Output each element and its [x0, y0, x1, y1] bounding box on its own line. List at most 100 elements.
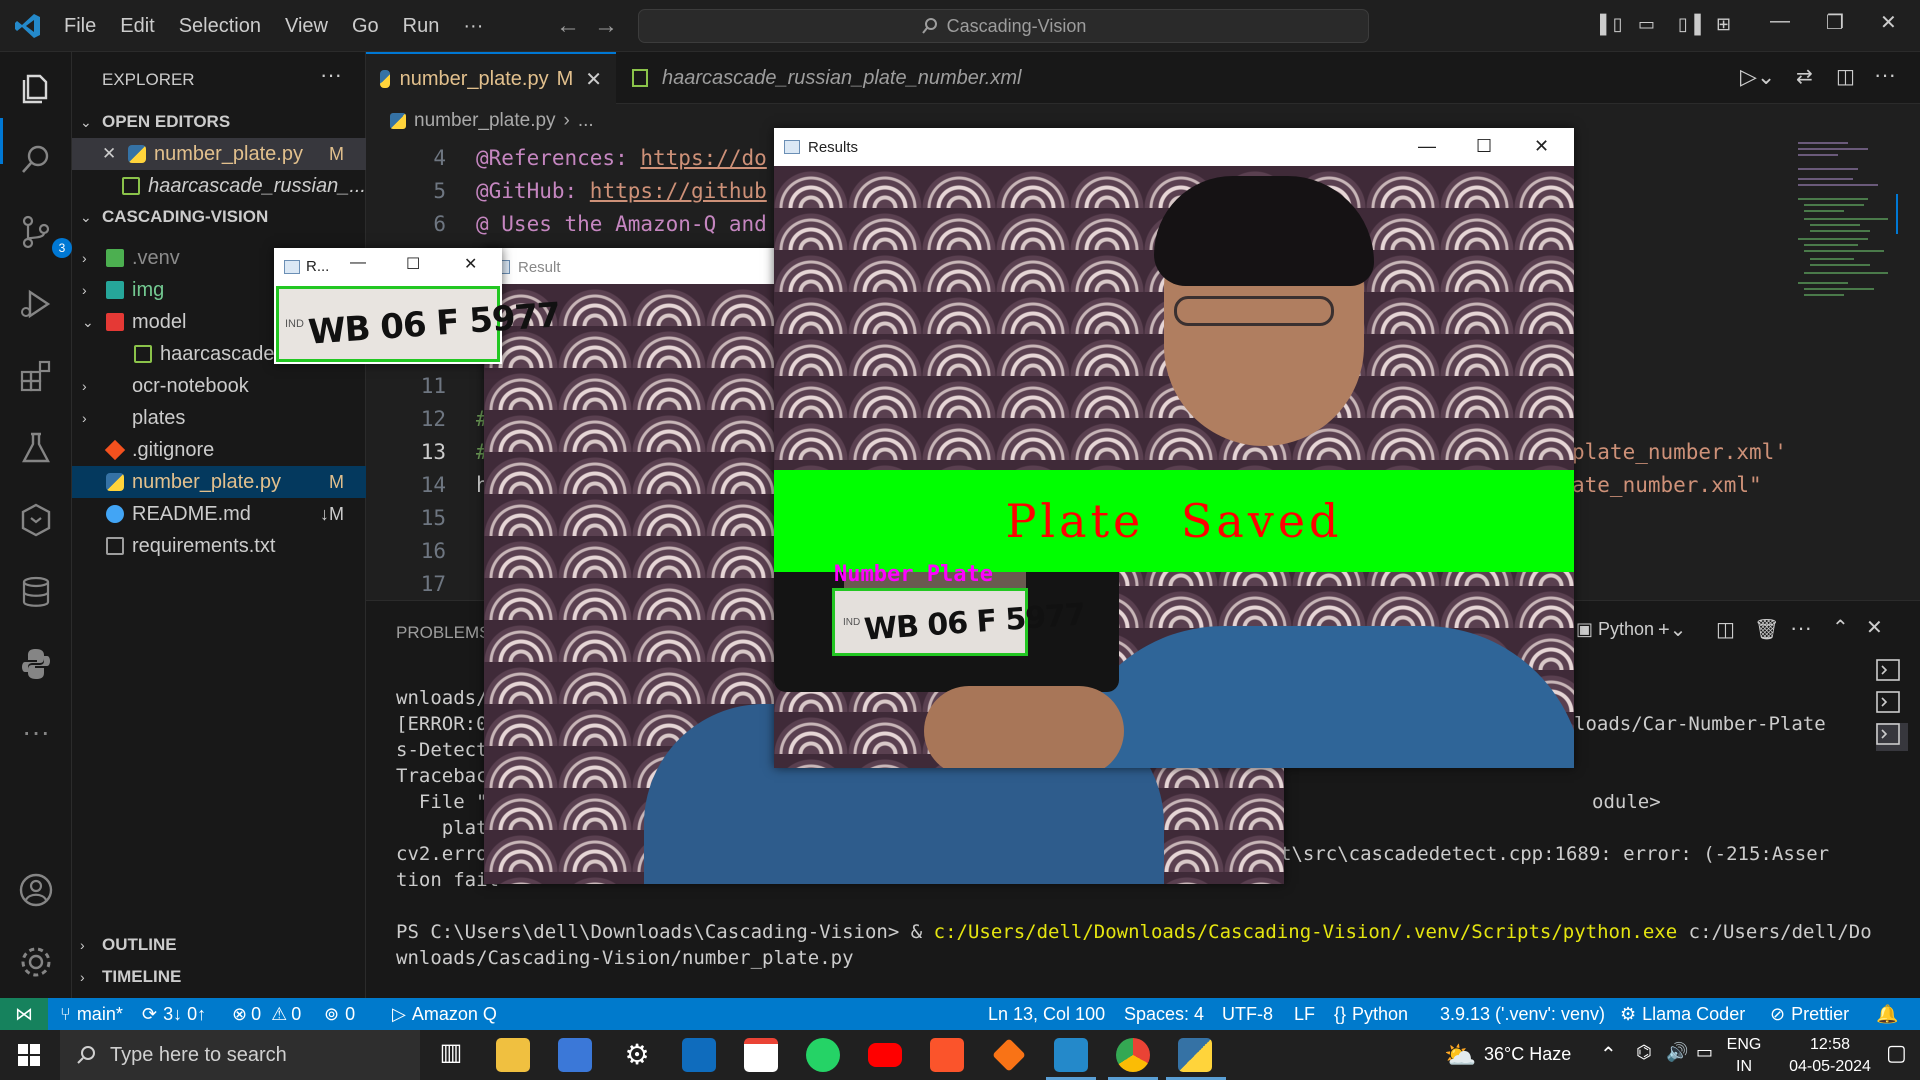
amazon-q-status[interactable]: ▷ Amazon Q — [392, 998, 497, 1030]
menu-view[interactable]: View — [273, 15, 340, 38]
terminal-instance-icon[interactable] — [1876, 659, 1908, 687]
python-icon[interactable] — [16, 644, 56, 684]
cv-window-plate[interactable]: R... — ☐ ✕ IND WB 06 F 5977 — [274, 248, 561, 364]
toggle-primary-sidebar-icon[interactable]: ▌▯ — [1600, 14, 1623, 35]
close-icon[interactable]: ✕ — [464, 254, 477, 274]
toggle-panel-icon[interactable]: ▭ — [1638, 14, 1655, 35]
terminal-kind[interactable]: ▣ Python — [1576, 619, 1654, 640]
toggle-secondary-sidebar-icon[interactable]: ▯▐ — [1678, 14, 1701, 35]
trash-icon[interactable]: 🗑 — [1754, 617, 1779, 642]
tree-file-gitignore[interactable]: .gitignore — [72, 434, 366, 466]
terminal-instance-active-icon[interactable] — [1876, 723, 1908, 751]
amazon-q-icon[interactable] — [16, 500, 56, 540]
windows-start-icon[interactable] — [18, 1044, 40, 1066]
breadcrumb-file[interactable]: number_plate.py — [414, 110, 556, 132]
problems-status[interactable]: ⊗ 0 ⚠ 0 — [232, 998, 301, 1030]
tab-number-plate[interactable]: number_plate.py M ✕ — [366, 52, 616, 104]
menu-run[interactable]: Run — [391, 15, 452, 38]
vscode-taskbar-icon[interactable] — [1054, 1038, 1088, 1072]
menu-edit[interactable]: Edit — [108, 15, 166, 38]
back-arrow-icon[interactable]: ← — [556, 12, 580, 40]
close-editor-icon[interactable]: ✕ — [102, 144, 128, 164]
tab-problems[interactable]: PROBLEMS — [396, 623, 490, 643]
split-terminal-icon[interactable]: ◫ — [1716, 617, 1735, 642]
notifications-bell-icon[interactable]: 🔔 — [1876, 998, 1898, 1030]
remote-indicator-icon[interactable]: ⋈ — [0, 998, 48, 1030]
forward-arrow-icon[interactable]: → — [594, 12, 618, 40]
microsoft-store-icon[interactable] — [558, 1038, 592, 1072]
minimize-icon[interactable]: — — [1418, 136, 1436, 157]
close-tab-icon[interactable]: ✕ — [585, 67, 602, 92]
dev-tool-icon[interactable] — [992, 1038, 1026, 1072]
tree-file-number-plate[interactable]: number_plate.py M — [72, 466, 366, 498]
database-icon[interactable] — [16, 572, 56, 612]
menu-selection[interactable]: Selection — [167, 15, 273, 38]
cv-window-results[interactable]: Results — ☐ ✕ Plate Saved Number Plate I… — [774, 128, 1574, 768]
taskbar-search[interactable]: Type here to search — [60, 1030, 420, 1080]
clock-time[interactable]: 12:58 — [1780, 1036, 1880, 1054]
battery-icon[interactable]: ▭ — [1696, 1042, 1713, 1063]
maximize-icon[interactable]: ☐ — [1476, 136, 1492, 157]
outlook-icon[interactable] — [682, 1038, 716, 1072]
minimize-icon[interactable]: — — [1770, 10, 1790, 33]
menu-go[interactable]: Go — [340, 15, 391, 38]
breadcrumb-symbol[interactable]: ... — [578, 110, 594, 132]
close-panel-icon[interactable]: ✕ — [1866, 615, 1883, 640]
tree-file-readme[interactable]: README.md ↓M — [72, 498, 366, 530]
volume-icon[interactable]: 🔊 — [1666, 1042, 1688, 1063]
cv-window-titlebar[interactable]: Results — ☐ ✕ — [774, 128, 1574, 166]
whatsapp-icon[interactable] — [806, 1038, 840, 1072]
branch-status[interactable]: ⑂ main* — [60, 998, 123, 1030]
outline-section[interactable]: › OUTLINE — [72, 930, 366, 960]
extensions-icon[interactable] — [16, 356, 56, 396]
llama-coder-status[interactable]: ⚙ Llama Coder — [1620, 998, 1745, 1030]
more-views-icon[interactable]: ··· — [16, 716, 56, 756]
customize-layout-icon[interactable]: ⊞ — [1716, 14, 1731, 35]
ports-status[interactable]: ⊚ 0 — [324, 998, 355, 1030]
python-interpreter[interactable]: 3.9.13 ('.venv': venv) — [1440, 998, 1605, 1030]
restore-icon[interactable]: ❐ — [1826, 10, 1844, 35]
source-control-icon[interactable]: 3 — [16, 212, 72, 258]
settings-icon[interactable]: ⚙ — [620, 1038, 654, 1072]
tree-folder-ocr-notebook[interactable]: › ocr-notebook — [72, 370, 366, 402]
sync-status[interactable]: ⟳ 3↓ 0↑ — [142, 998, 206, 1030]
tree-file-requirements[interactable]: requirements.txt — [72, 530, 366, 562]
tray-overflow-icon[interactable]: ⌃ — [1600, 1042, 1617, 1067]
account-icon[interactable] — [16, 870, 56, 910]
tab-haarcascade[interactable]: haarcascade_russian_plate_number.xml — [618, 52, 1035, 104]
notification-center-icon[interactable]: ▢ — [1886, 1040, 1907, 1066]
code-link[interactable]: https://do — [640, 146, 766, 170]
network-icon[interactable]: ⌬ — [1636, 1042, 1652, 1063]
clock-date[interactable]: 04-05-2024 — [1780, 1058, 1880, 1076]
cv-window-titlebar[interactable]: R... — ☐ ✕ — [274, 248, 502, 284]
brave-browser-icon[interactable] — [930, 1038, 964, 1072]
explorer-more-icon[interactable]: ··· — [320, 62, 342, 88]
encoding[interactable]: UTF-8 — [1222, 998, 1273, 1030]
terminal-instance-icon[interactable] — [1876, 691, 1908, 719]
indentation[interactable]: Spaces: 4 — [1124, 998, 1204, 1030]
gmail-icon[interactable] — [744, 1038, 778, 1072]
region-indicator[interactable]: IN — [1724, 1058, 1764, 1076]
maximize-icon[interactable]: ☐ — [406, 254, 420, 274]
explorer-icon[interactable] — [16, 68, 56, 108]
run-file-icon[interactable]: ▷⌄ — [1740, 64, 1775, 90]
line-endings[interactable]: LF — [1294, 998, 1315, 1030]
language-mode[interactable]: {} Python — [1334, 998, 1408, 1030]
open-editor-haarcascade[interactable]: haarcascade_russian_... — [72, 170, 366, 202]
settings-gear-icon[interactable] — [16, 942, 56, 982]
file-explorer-icon[interactable] — [496, 1038, 530, 1072]
editor-more-icon[interactable]: ··· — [1874, 62, 1896, 88]
language-indicator[interactable]: ENG — [1724, 1036, 1764, 1054]
minimap[interactable] — [1788, 138, 1898, 600]
cursor-position[interactable]: Ln 13, Col 100 — [988, 998, 1105, 1030]
task-view-icon[interactable]: ▥ — [434, 1038, 468, 1072]
open-editors-section[interactable]: ⌄ OPEN EDITORS — [72, 107, 366, 137]
search-icon[interactable] — [16, 140, 56, 180]
testing-icon[interactable] — [16, 428, 56, 468]
timeline-section[interactable]: › TIMELINE — [72, 962, 366, 992]
chrome-icon[interactable] — [1116, 1038, 1150, 1072]
compare-changes-icon[interactable]: ⇄ — [1796, 64, 1813, 89]
prettier-status[interactable]: ⊘ Prettier — [1770, 998, 1849, 1030]
code-link[interactable]: https://github — [590, 179, 767, 203]
minimize-icon[interactable]: — — [350, 254, 366, 272]
